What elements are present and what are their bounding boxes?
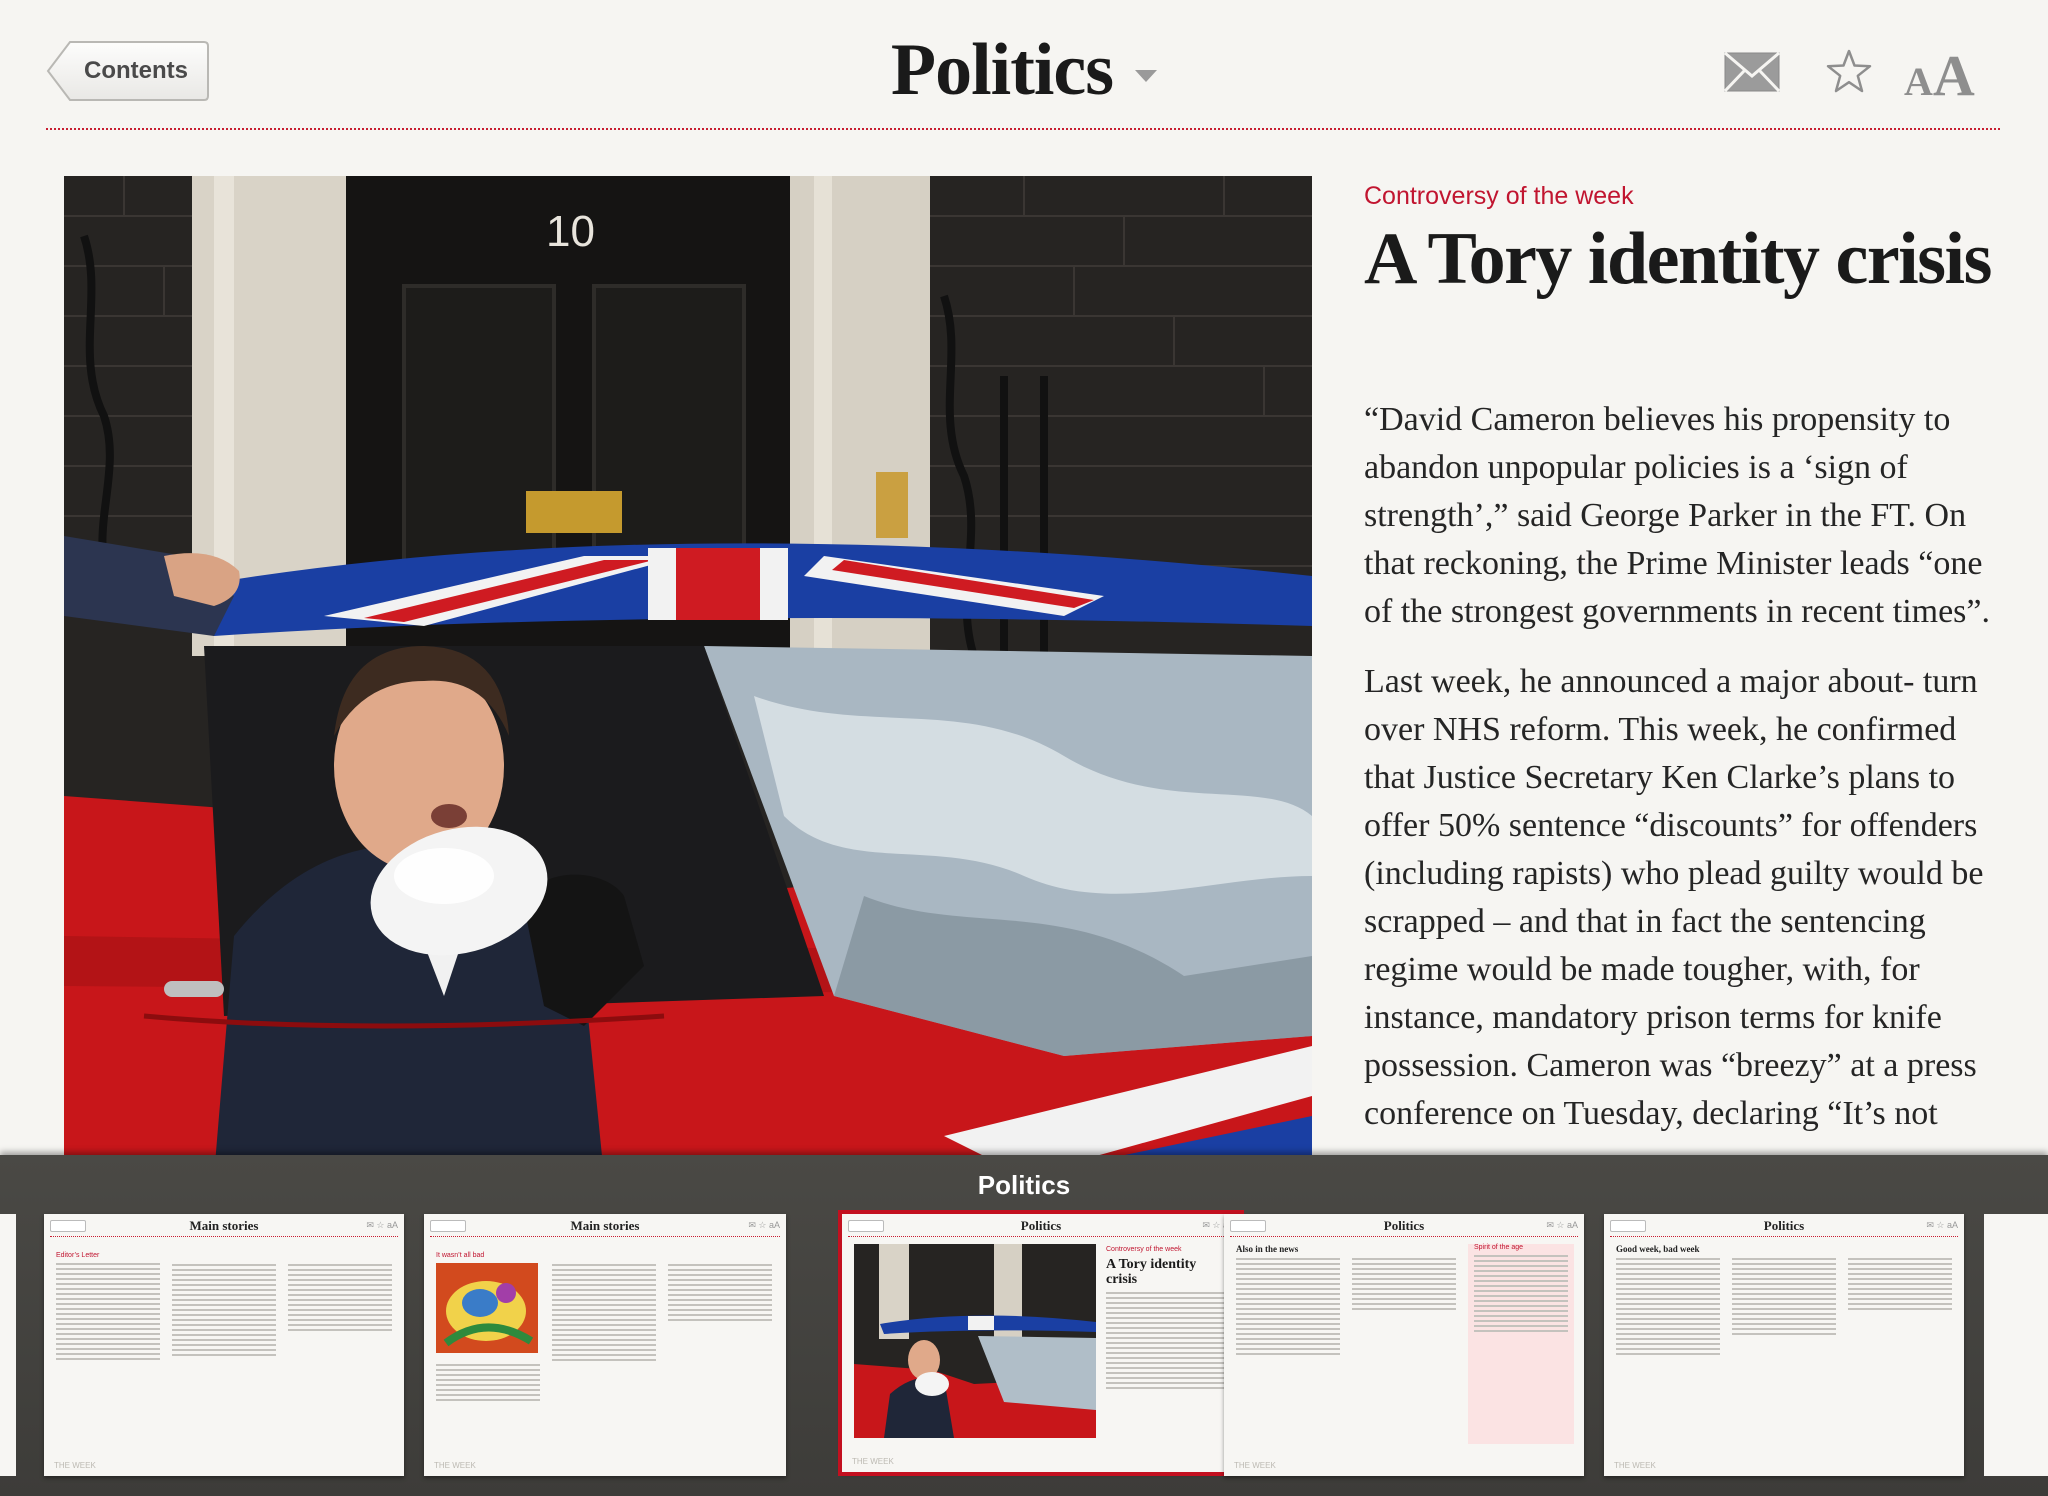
thumb-title: Main stories	[570, 1218, 640, 1233]
thumb-divider	[50, 1236, 398, 1237]
page-thumbnail-partial[interactable]	[1984, 1214, 2048, 1476]
thumb-section-heading: Also in the news	[1236, 1244, 1299, 1254]
article-paragraph: Last week, he announced a major about- t…	[1364, 663, 1984, 1132]
thumb-icons: ✉ ☆ aA	[748, 1220, 780, 1230]
thumb-footer: THE WEEK	[1234, 1461, 1276, 1470]
page-thumbnail[interactable]: Politics ✉ ☆ aA Also in the news Spirit …	[1224, 1214, 1584, 1476]
thumb-column: Also in the news	[1236, 1244, 1340, 1358]
top-bar: Contents Politics A A	[0, 0, 2048, 132]
thumb-column	[172, 1264, 276, 1359]
photo-illustration: 10	[64, 176, 1312, 1176]
thumb-artwork	[436, 1263, 538, 1353]
thumb-footer: THE WEEK	[1614, 1461, 1656, 1470]
thumb-divider	[1230, 1236, 1578, 1237]
thumb-icons: ✉ ☆ aA	[366, 1220, 398, 1230]
article-headline: A Tory identity crisis	[1364, 218, 1992, 300]
thumb-section-heading: Good week, bad week	[1616, 1244, 1700, 1254]
thumb-icons: ✉ ☆ aA	[1546, 1220, 1578, 1230]
navigator-section-title: Politics	[977, 1170, 1071, 1200]
thumb-title: Main stories	[189, 1218, 259, 1233]
thumb-kicker: Controversy of the week	[1106, 1246, 1182, 1253]
thumb-column: Controversy of the week A Tory identity …	[1106, 1246, 1230, 1392]
page-title: Politics	[890, 29, 1114, 111]
thumb-title: Politics	[1383, 1218, 1425, 1233]
thumb-title: Politics	[1020, 1218, 1062, 1233]
thumb-column: Editor’s Letter	[56, 1252, 160, 1363]
thumb-divider	[1610, 1236, 1958, 1237]
thumb-column	[668, 1264, 772, 1324]
page-thumbnail-partial[interactable]	[0, 1214, 16, 1476]
font-size-large-glyph: A	[1932, 43, 1975, 108]
thumb-divider	[430, 1236, 780, 1237]
thumb-icons: ✉ ☆ aA	[1926, 1220, 1958, 1230]
page-thumbnail[interactable]: Main stories ✉ ☆ aA Editor’s Letter THE …	[44, 1214, 404, 1476]
star-icon[interactable]	[1826, 48, 1872, 99]
thumb-kicker: Editor’s Letter	[56, 1252, 100, 1259]
thumb-kicker: Spirit of the age	[1474, 1244, 1524, 1251]
thumb-column	[1848, 1258, 1952, 1313]
chevron-down-icon	[1135, 69, 1158, 82]
font-size-small-glyph: A	[1904, 59, 1933, 104]
header-divider	[46, 128, 2000, 130]
thumb-kicker: It wasn’t all bad	[436, 1252, 485, 1259]
thumb-column: It wasn’t all bad	[436, 1252, 540, 1404]
font-size-icon[interactable]: A A	[1904, 42, 1975, 109]
thumb-column	[1732, 1258, 1836, 1338]
thumb-divider	[848, 1236, 1234, 1237]
thumb-headline: A Tory identity crisis	[1106, 1257, 1197, 1287]
thumb-footer: THE WEEK	[434, 1461, 476, 1470]
thumb-column: Good week, bad week	[1616, 1244, 1720, 1358]
thumb-footer: THE WEEK	[54, 1461, 96, 1470]
page-thumbnail[interactable]: Politics ✉ ☆ aA Good week, bad week THE …	[1604, 1214, 1964, 1476]
mail-icon[interactable]	[1723, 51, 1781, 97]
thumb-photo	[854, 1244, 1096, 1438]
thumb-column	[552, 1264, 656, 1364]
article-body: “David Cameron believes his propensity t…	[1364, 396, 1990, 1166]
thumb-column	[288, 1264, 392, 1334]
article-kicker: Controversy of the week	[1364, 182, 1634, 210]
article-paragraph: “David Cameron believes his propensity t…	[1364, 401, 1990, 630]
door-number: 10	[546, 207, 595, 256]
thumb-column: Spirit of the age	[1474, 1244, 1568, 1335]
thumb-title: Politics	[1763, 1218, 1805, 1233]
thumb-column	[1352, 1258, 1456, 1313]
thumb-footer: THE WEEK	[852, 1457, 894, 1466]
article-photo: 10	[64, 176, 1312, 1176]
page-thumbnail[interactable]: Main stories ✉ ☆ aA It wasn’t all bad TH…	[424, 1214, 786, 1476]
page-thumbnail-current[interactable]: Politics ✉ ☆ aA Controversy of the week …	[838, 1210, 1244, 1476]
